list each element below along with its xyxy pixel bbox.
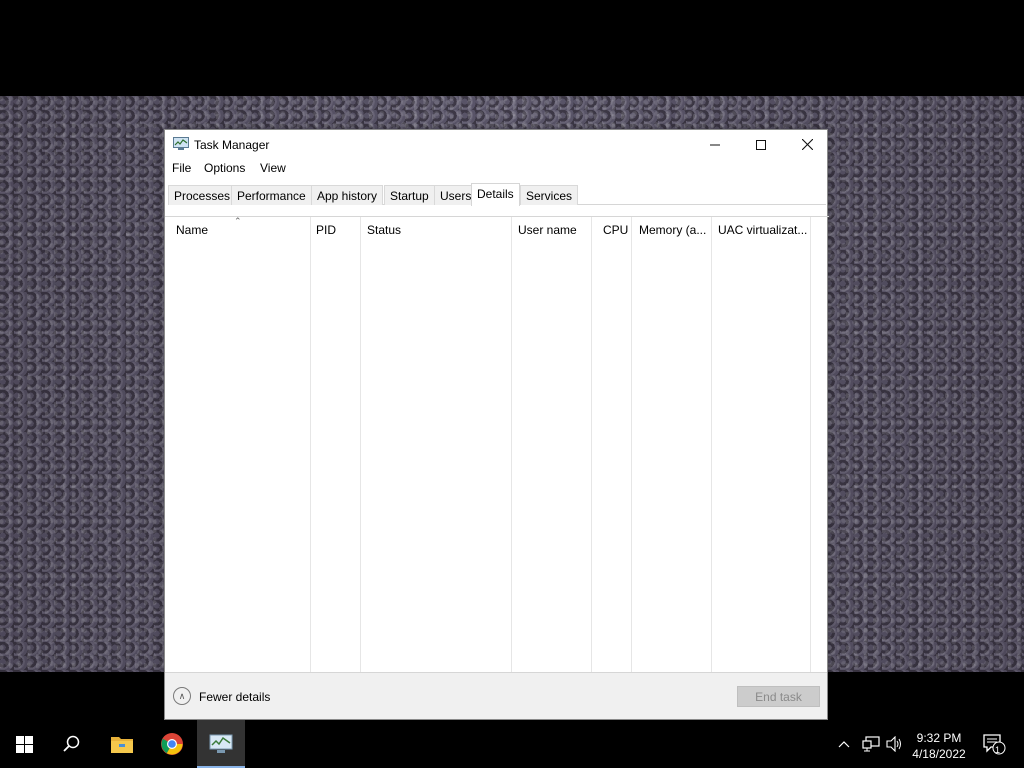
column-divider[interactable]: [360, 217, 361, 672]
clock-time: 9:32 PM: [916, 731, 962, 745]
taskbar: 9:32 PM 4/18/2022 1: [0, 720, 1024, 768]
column-divider[interactable]: [310, 217, 311, 672]
file-explorer-button[interactable]: [98, 720, 146, 768]
column-divider[interactable]: [591, 217, 592, 672]
task-manager-app-icon: [173, 137, 189, 150]
footer-bar: ∧ Fewer details End task: [165, 672, 827, 719]
volume-button[interactable]: [886, 720, 904, 768]
search-button[interactable]: [48, 720, 96, 768]
column-divider[interactable]: [511, 217, 512, 672]
chevron-up-icon: [838, 741, 850, 748]
maximize-icon: [756, 139, 766, 150]
volume-icon: [886, 736, 901, 752]
clock-date: 4/18/2022: [912, 747, 966, 761]
show-hidden-icons-button[interactable]: [838, 720, 850, 768]
close-icon: [801, 139, 813, 150]
column-divider[interactable]: [631, 217, 632, 672]
column-divider[interactable]: [711, 217, 712, 672]
file-explorer-icon: [111, 737, 133, 753]
network-icon: [862, 736, 880, 752]
menu-bar: File Options View: [165, 159, 827, 179]
minimize-icon: [710, 144, 720, 145]
start-button[interactable]: [0, 720, 48, 768]
tab-services[interactable]: Services: [520, 185, 579, 205]
minimize-button[interactable]: [692, 130, 738, 159]
menu-options[interactable]: Options: [204, 161, 245, 175]
search-icon: [63, 735, 80, 752]
fewer-details-link[interactable]: Fewer details: [199, 690, 270, 704]
tab-processes[interactable]: Processes: [168, 185, 237, 205]
chrome-icon: [161, 733, 183, 755]
column-header-cpu[interactable]: CPU: [603, 223, 628, 237]
column-header-uac-virtualization[interactable]: UAC virtualizat...: [718, 223, 807, 237]
column-header-name[interactable]: Name: [176, 223, 208, 237]
column-header-status[interactable]: Status: [367, 223, 401, 237]
task-manager-icon: [209, 734, 233, 753]
tab-performance[interactable]: Performance: [231, 185, 312, 205]
notification-count-badge: 1: [995, 745, 1001, 755]
notification-icon: [983, 734, 1006, 755]
window-title: Task Manager: [194, 138, 270, 152]
tab-strip: Processes Performance App history Startu…: [168, 183, 826, 206]
action-center-button[interactable]: 1: [982, 720, 1006, 768]
close-button[interactable]: [784, 130, 830, 159]
column-header-user-name[interactable]: User name: [518, 223, 577, 237]
column-header-memory[interactable]: Memory (a...: [639, 223, 706, 237]
sort-ascending-icon: ⌃: [234, 216, 242, 226]
end-task-button[interactable]: End task: [737, 686, 820, 707]
task-manager-taskbar-button[interactable]: [197, 720, 245, 768]
details-table: ⌃ Name PID Status User name CPU Memory (…: [165, 216, 829, 672]
menu-file[interactable]: File: [172, 161, 191, 175]
clock[interactable]: 9:32 PM 4/18/2022: [904, 730, 974, 762]
tab-details[interactable]: Details: [471, 183, 520, 206]
task-manager-window: Task Manager File Options View Processes…: [164, 129, 829, 720]
column-divider[interactable]: [810, 217, 811, 672]
chevron-up-circle-icon[interactable]: ∧: [173, 687, 191, 705]
chrome-button[interactable]: [148, 720, 196, 768]
tab-startup[interactable]: Startup: [384, 185, 435, 205]
maximize-button[interactable]: [738, 130, 784, 159]
tab-app-history[interactable]: App history: [311, 185, 384, 205]
menu-view[interactable]: View: [260, 161, 286, 175]
network-button[interactable]: [862, 720, 880, 768]
column-header-pid[interactable]: PID: [316, 223, 336, 237]
start-icon: [15, 735, 33, 753]
title-bar[interactable]: Task Manager: [165, 130, 827, 159]
